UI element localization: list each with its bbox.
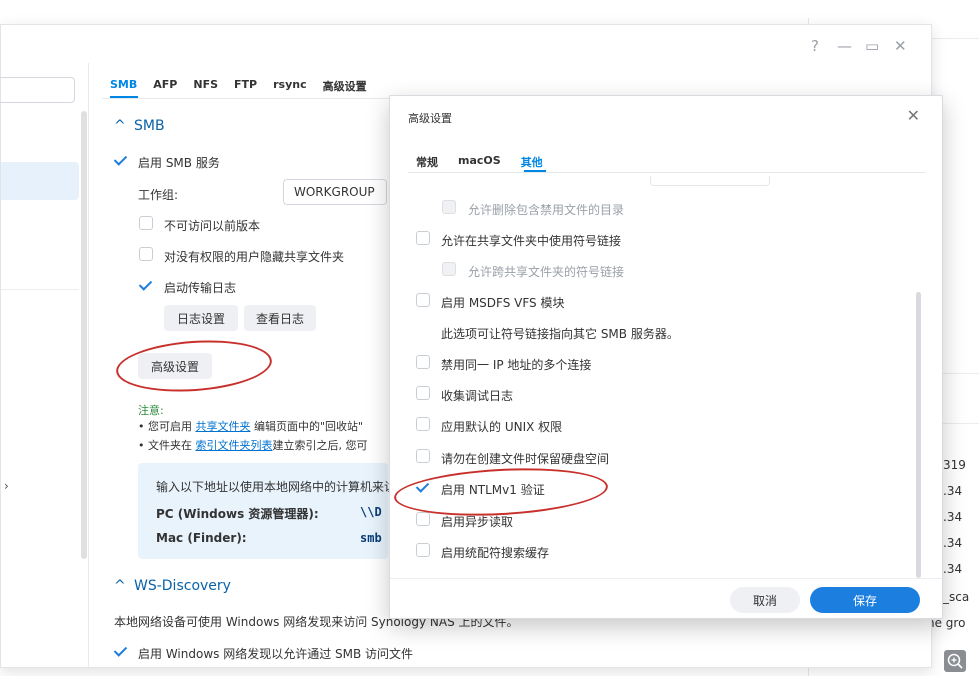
note-line: • 您可启用 共享文件夹 编辑页面中的"回收站" (138, 418, 363, 434)
option-checkbox[interactable] (416, 231, 430, 245)
workgroup-label: 工作组: (138, 188, 179, 202)
sidebar: › (0, 63, 89, 667)
bg-row-text: .34 (943, 562, 963, 576)
close-icon[interactable]: ✕ (894, 37, 907, 55)
bg-row-text: .34 (943, 510, 963, 524)
option-label: 允许跨共享文件夹的符号链接 (468, 265, 625, 279)
option-checkbox[interactable] (442, 262, 456, 276)
tab-advanced[interactable]: 高级设置 (323, 78, 367, 94)
tab-macos[interactable]: macOS (458, 154, 501, 170)
smb-section-header[interactable]: SMB (134, 118, 165, 134)
maximize-icon[interactable]: ▭ (865, 37, 879, 55)
info-intro: 输入以下地址以使用本地网络中的计算机来访 (156, 480, 397, 494)
save-button[interactable]: 保存 (810, 587, 920, 613)
option-checkbox[interactable] (416, 512, 430, 526)
tab-nfs[interactable]: NFS (193, 78, 218, 94)
note-text: 编辑页面中的"回收站" (250, 420, 364, 433)
zoom-in-icon[interactable] (944, 650, 966, 672)
option-label: 允许在共享文件夹中使用符号链接 (441, 234, 622, 248)
note-text: • 您可启用 (138, 420, 196, 433)
mac-label: Mac (Finder): (156, 531, 247, 545)
option-label: 允许删除包含禁用文件的目录 (468, 203, 625, 217)
option-label: 收集调试日志 (441, 389, 514, 403)
tab-smb[interactable]: SMB (110, 78, 137, 94)
advanced-settings-dialog: 高级设置 ✕ 常规 macOS 其他 允许删除包含禁用文件的目录 允许在共享文件… (389, 95, 943, 619)
enable-smb-checkbox[interactable] (114, 153, 128, 167)
log-settings-button[interactable]: 日志设置 (164, 305, 238, 331)
note-text: 建立索引之后, 您可 (272, 439, 368, 452)
note-text: • 文件夹在 (138, 439, 196, 452)
collapse-icon[interactable]: ^ (114, 578, 126, 594)
transfer-log-label: 启动传输日志 (164, 281, 237, 295)
option-description: 此选项可让符号链接指向其它 SMB 服务器。 (441, 327, 679, 341)
enable-ws-checkbox[interactable] (114, 644, 128, 658)
dialog-title: 高级设置 (408, 112, 452, 125)
enable-ws-label: 启用 Windows 网络发现以允许通过 SMB 访问文件 (138, 647, 414, 661)
option-checkbox[interactable] (416, 417, 430, 431)
option-checkbox[interactable] (416, 449, 430, 463)
bg-row-text: _sca (943, 590, 970, 604)
dialog-tabs: 常规 macOS 其他 (416, 154, 563, 170)
pc-address: \\D (360, 505, 382, 519)
close-icon[interactable]: ✕ (907, 106, 920, 125)
no-previous-versions-label: 不可访问以前版本 (164, 219, 261, 233)
chevron-right-icon[interactable]: › (4, 479, 9, 493)
access-info-box: 输入以下地址以使用本地网络中的计算机来访 PC (Windows 资源管理器):… (138, 463, 396, 559)
option-label: 启用统配符搜索缓存 (441, 546, 550, 560)
sidebar-search-input[interactable] (0, 77, 75, 103)
help-icon[interactable]: ? (811, 37, 819, 55)
cancel-button[interactable]: 取消 (730, 587, 800, 613)
option-checkbox[interactable] (416, 355, 430, 369)
hide-unauthorized-label: 对没有权限的用户隐藏共享文件夹 (164, 250, 345, 264)
tab-ftp[interactable]: FTP (234, 78, 257, 94)
view-log-button[interactable]: 查看日志 (244, 305, 316, 331)
transfer-log-checkbox[interactable] (139, 278, 153, 292)
bg-row-text: 319 (943, 458, 966, 472)
bg-row-text: .34 (943, 484, 963, 498)
sidebar-item-selected[interactable] (1, 162, 79, 200)
scroll-edge (650, 176, 770, 186)
enable-smb-label: 启用 SMB 服务 (138, 156, 220, 170)
no-previous-versions-checkbox[interactable] (139, 216, 153, 230)
divider (408, 172, 926, 173)
option-checkbox[interactable] (442, 200, 456, 214)
index-folder-link[interactable]: 索引文件夹列表 (195, 439, 272, 452)
tab-general[interactable]: 常规 (416, 154, 438, 170)
option-checkbox[interactable] (416, 293, 430, 307)
shared-folder-link[interactable]: 共享文件夹 (195, 420, 250, 433)
service-tabs: SMB AFP NFS FTP rsync 高级设置 (110, 78, 383, 94)
option-label: 禁用同一 IP 地址的多个连接 (441, 358, 592, 372)
tab-other[interactable]: 其他 (521, 154, 543, 170)
tab-rsync[interactable]: rsync (273, 78, 307, 94)
pc-label: PC (Windows 资源管理器): (156, 507, 319, 521)
ws-discovery-header[interactable]: WS-Discovery (134, 578, 231, 594)
note-line: • 文件夹在 索引文件夹列表建立索引之后, 您可 (138, 437, 367, 453)
highlight-annotation (392, 463, 610, 521)
dialog-scrollbar[interactable] (916, 292, 921, 578)
hide-unauthorized-checkbox[interactable] (139, 247, 153, 261)
divider (390, 578, 942, 579)
divider (1, 289, 79, 290)
tab-afp[interactable]: AFP (153, 78, 177, 94)
option-label: 应用默认的 UNIX 权限 (441, 420, 563, 434)
collapse-icon[interactable]: ^ (114, 118, 126, 134)
bg-row-text: .34 (943, 536, 963, 550)
note-title: 注意: (138, 404, 164, 417)
option-label: 请勿在创建文件时保留硬盘空间 (441, 452, 610, 466)
mac-address: smb (360, 531, 382, 545)
sidebar-scrollbar[interactable] (81, 111, 87, 559)
option-label: 启用 MSDFS VFS 模块 (441, 296, 565, 310)
option-checkbox[interactable] (416, 543, 430, 557)
option-checkbox[interactable] (416, 386, 430, 400)
workgroup-input[interactable]: WORKGROUP (283, 179, 387, 205)
minimize-icon[interactable]: — (837, 37, 852, 55)
